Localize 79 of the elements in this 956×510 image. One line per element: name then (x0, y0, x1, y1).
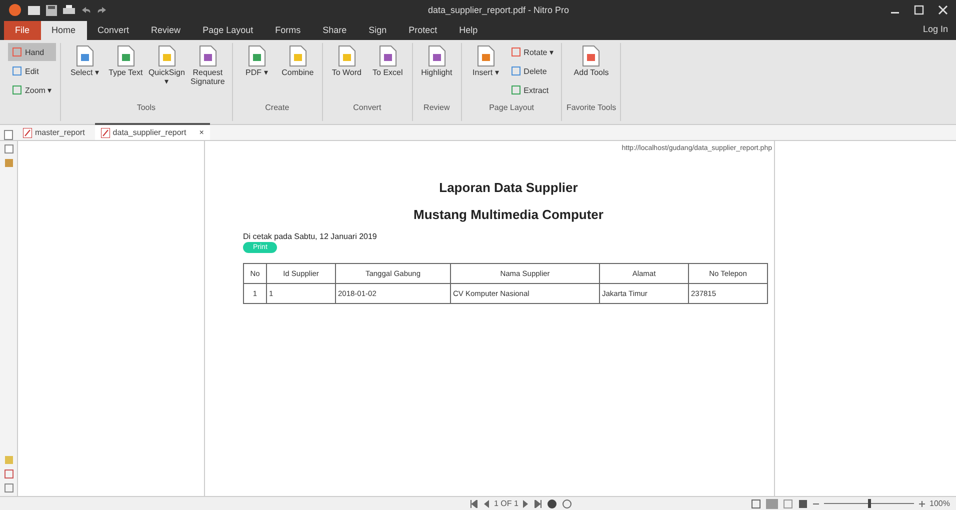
ribbon-button[interactable]: Highlight (416, 43, 457, 101)
document-icon (378, 45, 398, 67)
pdf-file-icon (23, 128, 32, 138)
page-number: 1 OF 1 (494, 499, 518, 508)
document-icon (116, 45, 136, 67)
menu-tab[interactable]: Protect (398, 21, 448, 40)
ribbon-button[interactable]: Type Text (106, 43, 146, 101)
next-page-icon[interactable] (523, 500, 530, 508)
menu-tab[interactable]: File (4, 21, 41, 40)
ribbon-button[interactable]: PDF ▾ (236, 43, 277, 101)
tool-icon (510, 85, 521, 95)
zoom-out-icon[interactable] (812, 500, 819, 506)
group-label: Review (424, 103, 450, 112)
window-title: data_supplier_report.pdf - Nitro Pro (426, 5, 570, 15)
group-label: Page Layout (489, 103, 534, 112)
undo-icon[interactable] (81, 6, 91, 14)
document-icon (336, 45, 357, 67)
ribbon-button[interactable]: Zoom ▾ (8, 81, 56, 99)
report-title: Laporan Data Supplier (439, 180, 578, 195)
menu-tab[interactable]: Review (140, 21, 192, 40)
ribbon-button[interactable]: Rotate ▾ (506, 43, 558, 61)
menu-tab[interactable]: Share (312, 21, 358, 40)
tab-label: data_supplier_report (112, 128, 186, 137)
ribbon-button[interactable]: Combine (278, 43, 318, 101)
page-icon[interactable] (4, 130, 13, 140)
app-logo-icon (8, 3, 22, 17)
menu-tab[interactable]: Forms (264, 21, 312, 40)
previous-page-icon[interactable] (483, 500, 489, 508)
single-page-icon[interactable] (750, 498, 761, 508)
ribbon-button[interactable]: QuickSign ▾ (146, 43, 187, 101)
report-subtitle: Mustang Multimedia Computer (414, 207, 604, 222)
document-icon (288, 45, 308, 67)
menu-tab[interactable]: Page Layout (192, 21, 264, 40)
ribbon-button[interactable]: Delete (506, 62, 558, 80)
first-page-icon[interactable] (470, 500, 478, 508)
document-tab[interactable]: data_supplier_report × (94, 123, 210, 140)
ribbon-button[interactable]: Edit (8, 62, 56, 80)
document-icon (426, 45, 447, 67)
pdf-file-icon (100, 128, 110, 138)
zoom-level: 100% (930, 499, 950, 508)
document-icon (476, 45, 496, 67)
tool-icon (510, 47, 521, 57)
ribbon-button[interactable]: Hand (8, 43, 56, 61)
menu-tab[interactable]: Convert (86, 21, 140, 40)
close-tab-button[interactable]: × (199, 128, 204, 137)
zoom-in-icon[interactable] (918, 500, 925, 506)
group-label: Create (265, 103, 290, 112)
redo-icon[interactable] (97, 6, 107, 14)
ribbon-button[interactable]: Extract (506, 81, 558, 99)
ribbon-button[interactable]: Insert ▾ (466, 43, 506, 101)
document-icon (74, 45, 95, 67)
login-link[interactable]: Log In (914, 24, 956, 40)
save-icon[interactable] (46, 4, 57, 16)
group-label: Favorite Tools (566, 103, 616, 112)
menu-tab[interactable]: Home (40, 21, 87, 40)
close-icon[interactable] (938, 5, 948, 15)
ribbon-button[interactable]: To Word (326, 43, 367, 101)
document-icon (198, 45, 218, 67)
print-date: Di cetak pada Sabtu, 12 Januari 2019 (243, 232, 377, 241)
document-icon (156, 45, 177, 67)
tool-icon (510, 66, 521, 76)
pages-icon[interactable] (4, 144, 14, 154)
menu-tab[interactable]: Help (448, 21, 489, 40)
ribbon-button[interactable]: Request Signature (188, 43, 228, 101)
tab-label: master_report (35, 128, 85, 137)
document-icon (581, 45, 602, 67)
maximize-icon[interactable] (914, 5, 924, 15)
fit-page-icon[interactable] (798, 498, 808, 508)
ribbon-button[interactable]: Select ▾ (64, 43, 105, 101)
ribbon-button[interactable]: Add Tools (571, 43, 612, 101)
group-label: Convert (353, 103, 382, 112)
zoom-slider-thumb[interactable] (868, 499, 871, 508)
document-icon (246, 45, 267, 67)
menu-tab[interactable]: Sign (358, 21, 398, 40)
document-tab[interactable]: master_report (17, 125, 91, 140)
group-label: Tools (136, 103, 156, 112)
ribbon-button[interactable]: To Excel (368, 43, 408, 101)
last-page-icon[interactable] (534, 500, 542, 508)
print-icon[interactable] (63, 4, 75, 16)
